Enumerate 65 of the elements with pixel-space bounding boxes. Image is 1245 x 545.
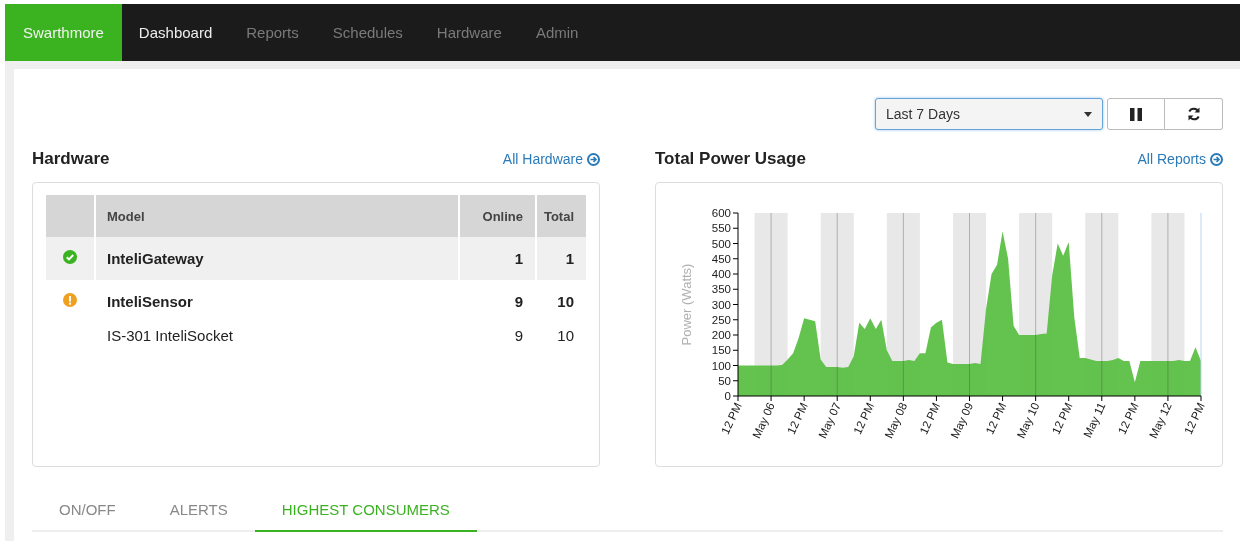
- x-tick-label: May 07: [816, 400, 844, 441]
- tab[interactable]: ALERTS: [142, 493, 255, 532]
- y-tick-label: 600: [711, 207, 731, 219]
- x-tick-label: May 10: [1014, 400, 1042, 441]
- total-cell-text: 10: [556, 325, 575, 346]
- model-cell: InteliGateway: [96, 237, 458, 280]
- x-tick-label: May 08: [882, 400, 910, 441]
- x-tick-label: May 09: [948, 400, 976, 441]
- status-icon: [63, 293, 77, 307]
- y-tick-label: 0: [724, 390, 731, 402]
- x-tick-label: 12 PM: [917, 400, 943, 436]
- x-tick-label: 12 PM: [1115, 400, 1141, 436]
- brand-link[interactable]: Swarthmore: [5, 4, 122, 61]
- y-tick-label: 100: [711, 359, 731, 372]
- model-cell-text: InteliSensor: [106, 292, 194, 312]
- x-tick-label: 12 PM: [718, 400, 744, 436]
- caret-icon: [1084, 111, 1092, 117]
- nav-link[interactable]: Reports: [229, 4, 316, 61]
- y-tick-label: 250: [711, 313, 731, 326]
- refresh-button[interactable]: [1165, 98, 1223, 130]
- pause-button[interactable]: [1107, 98, 1165, 130]
- header-cell: Online: [460, 195, 535, 237]
- y-tick-label: 50: [718, 374, 731, 387]
- online-cell: 1: [460, 237, 535, 280]
- x-tick-label: 12 PM: [785, 400, 810, 436]
- all-reports-link[interactable]: All Reports: [1137, 151, 1223, 167]
- status-icon: [63, 250, 77, 264]
- nav-link[interactable]: Admin: [518, 4, 596, 61]
- online-cell-text: 9: [513, 292, 524, 312]
- y-tick-label: 500: [711, 237, 731, 250]
- x-tick-label: 12 PM: [1181, 400, 1207, 436]
- nav-link[interactable]: Dashboard: [121, 4, 230, 61]
- tab[interactable]: HIGHEST CONSUMERS: [254, 493, 477, 532]
- section-title: Hardware: [32, 149, 110, 169]
- header-cell: Model: [96, 195, 458, 237]
- online-cell-text: 9: [513, 325, 524, 346]
- y-tick-label: 200: [711, 329, 731, 341]
- header-cell: Total: [537, 195, 586, 237]
- x-tick-label: 12 PM: [851, 400, 877, 436]
- model-cell-text: IS-301 InteliSocket: [106, 325, 234, 346]
- total-cell: 1: [537, 237, 586, 280]
- x-tick-label: 12 PM: [1049, 400, 1075, 436]
- all-hardware-link[interactable]: All Hardware: [502, 151, 600, 167]
- total-cell-text: 10: [556, 292, 575, 312]
- header-cell: [46, 195, 94, 237]
- pause-icon: [1130, 107, 1142, 121]
- x-tick-label: 12 PM: [983, 400, 1009, 436]
- y-tick-label: 150: [711, 344, 731, 357]
- arrow-circle-icon: [1210, 152, 1223, 166]
- nav-link[interactable]: Hardware: [419, 4, 519, 61]
- tab[interactable]: ON/OFF: [32, 493, 143, 532]
- y-axis-label: Power (Watts): [679, 263, 694, 346]
- range-select[interactable]: Last 7 Days: [875, 98, 1103, 130]
- y-tick-label: 300: [711, 298, 731, 311]
- arrow-circle-icon: [587, 152, 600, 166]
- y-tick-label: 400: [711, 268, 731, 280]
- section-title: Total Power Usage: [655, 149, 806, 169]
- x-tick-label: May 06: [750, 400, 777, 441]
- y-tick-label: 550: [711, 222, 731, 235]
- x-tick-label: May 11: [1081, 400, 1108, 440]
- refresh-icon: [1186, 107, 1201, 121]
- y-tick-label: 350: [711, 283, 731, 296]
- x-tick-label: May 12: [1146, 400, 1174, 441]
- nav-link[interactable]: Schedules: [315, 4, 420, 61]
- y-tick-label: 450: [711, 252, 731, 265]
